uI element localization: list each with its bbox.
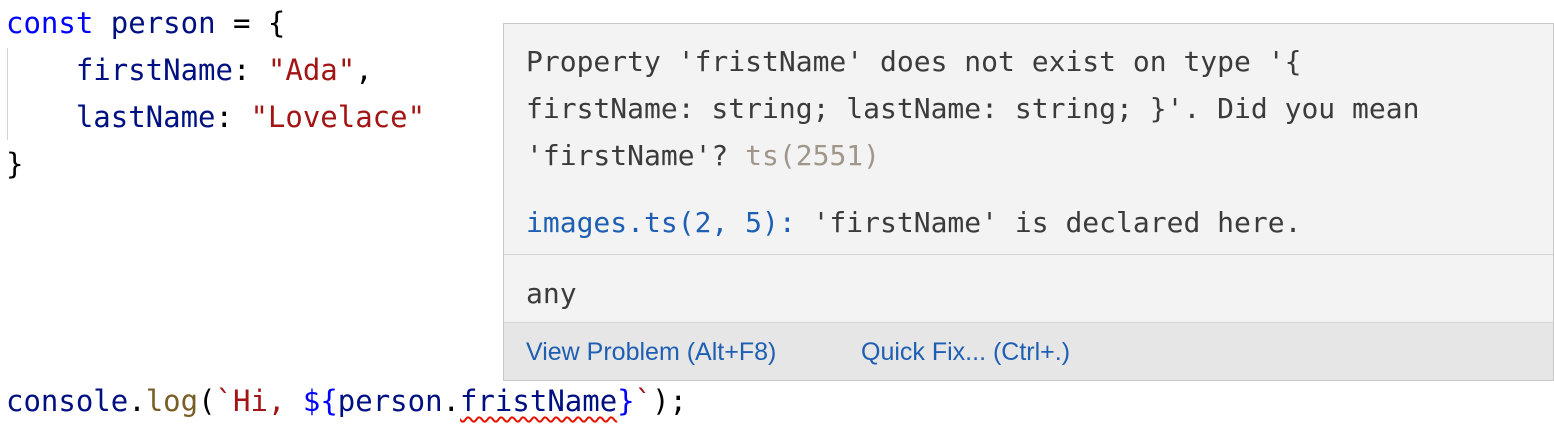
code-line-3: lastName: "Lovelace" — [6, 94, 425, 140]
closing-brace: } — [6, 147, 24, 181]
related-information: images.ts(2, 5): 'firstName' is declared… — [526, 199, 1301, 246]
open-paren: ( — [198, 384, 216, 418]
hover-divider — [504, 254, 1553, 255]
code-editor[interactable]: const person = { firstName: "Ada", lastN… — [0, 0, 1554, 425]
property-lastname: lastName — [75, 100, 216, 134]
message-line-2: firstName: string; lastName: string; }'.… — [526, 92, 1420, 125]
template-end: ` — [634, 384, 653, 418]
error-code: ts(2551) — [745, 139, 881, 172]
colon: : — [232, 53, 268, 87]
hover-widget: Property 'fristName' does not exist on t… — [503, 23, 1554, 381]
code-line-6: console.log(`Hi, ${person.fristName}`); — [6, 378, 687, 424]
related-location-link[interactable]: images.ts(2, 5): — [526, 206, 796, 239]
colon: : — [215, 100, 251, 134]
log-function: log — [145, 384, 199, 418]
view-problem-link[interactable]: View Problem (Alt+F8) — [526, 335, 776, 369]
template-start: `Hi, — [215, 384, 303, 418]
interp-close: } — [617, 384, 635, 418]
message-line-1: Property 'fristName' does not exist on t… — [526, 45, 1302, 78]
string-ada: "Ada" — [267, 53, 356, 87]
const-keyword: const — [6, 6, 94, 40]
person-ref: person — [337, 384, 443, 418]
console-object: console — [6, 384, 129, 418]
comma: , — [355, 53, 373, 87]
code-line-2: firstName: "Ada", — [6, 47, 373, 93]
string-lovelace: "Lovelace" — [250, 100, 426, 134]
hover-status-bar: View Problem (Alt+F8) Quick Fix... (Ctrl… — [504, 322, 1553, 380]
property-firstname: firstName — [75, 53, 233, 87]
type-info: any — [526, 277, 577, 310]
message-line-3: 'firstName'? — [526, 139, 746, 172]
quick-fix-link[interactable]: Quick Fix... (Ctrl+.) — [861, 335, 1070, 369]
dot: . — [442, 384, 461, 418]
dot: . — [128, 384, 146, 418]
code-line-1: const person = { — [6, 0, 285, 46]
assign-operator: = { — [215, 6, 286, 40]
code-line-4: } — [6, 141, 23, 187]
close-paren: ); — [652, 384, 688, 418]
error-property-fristname[interactable]: fristName — [460, 384, 617, 418]
variable-person: person — [110, 6, 216, 40]
interp-open: ${ — [302, 384, 338, 418]
error-message: Property 'fristName' does not exist on t… — [526, 38, 1553, 179]
related-text: 'firstName' is declared here. — [795, 206, 1302, 239]
